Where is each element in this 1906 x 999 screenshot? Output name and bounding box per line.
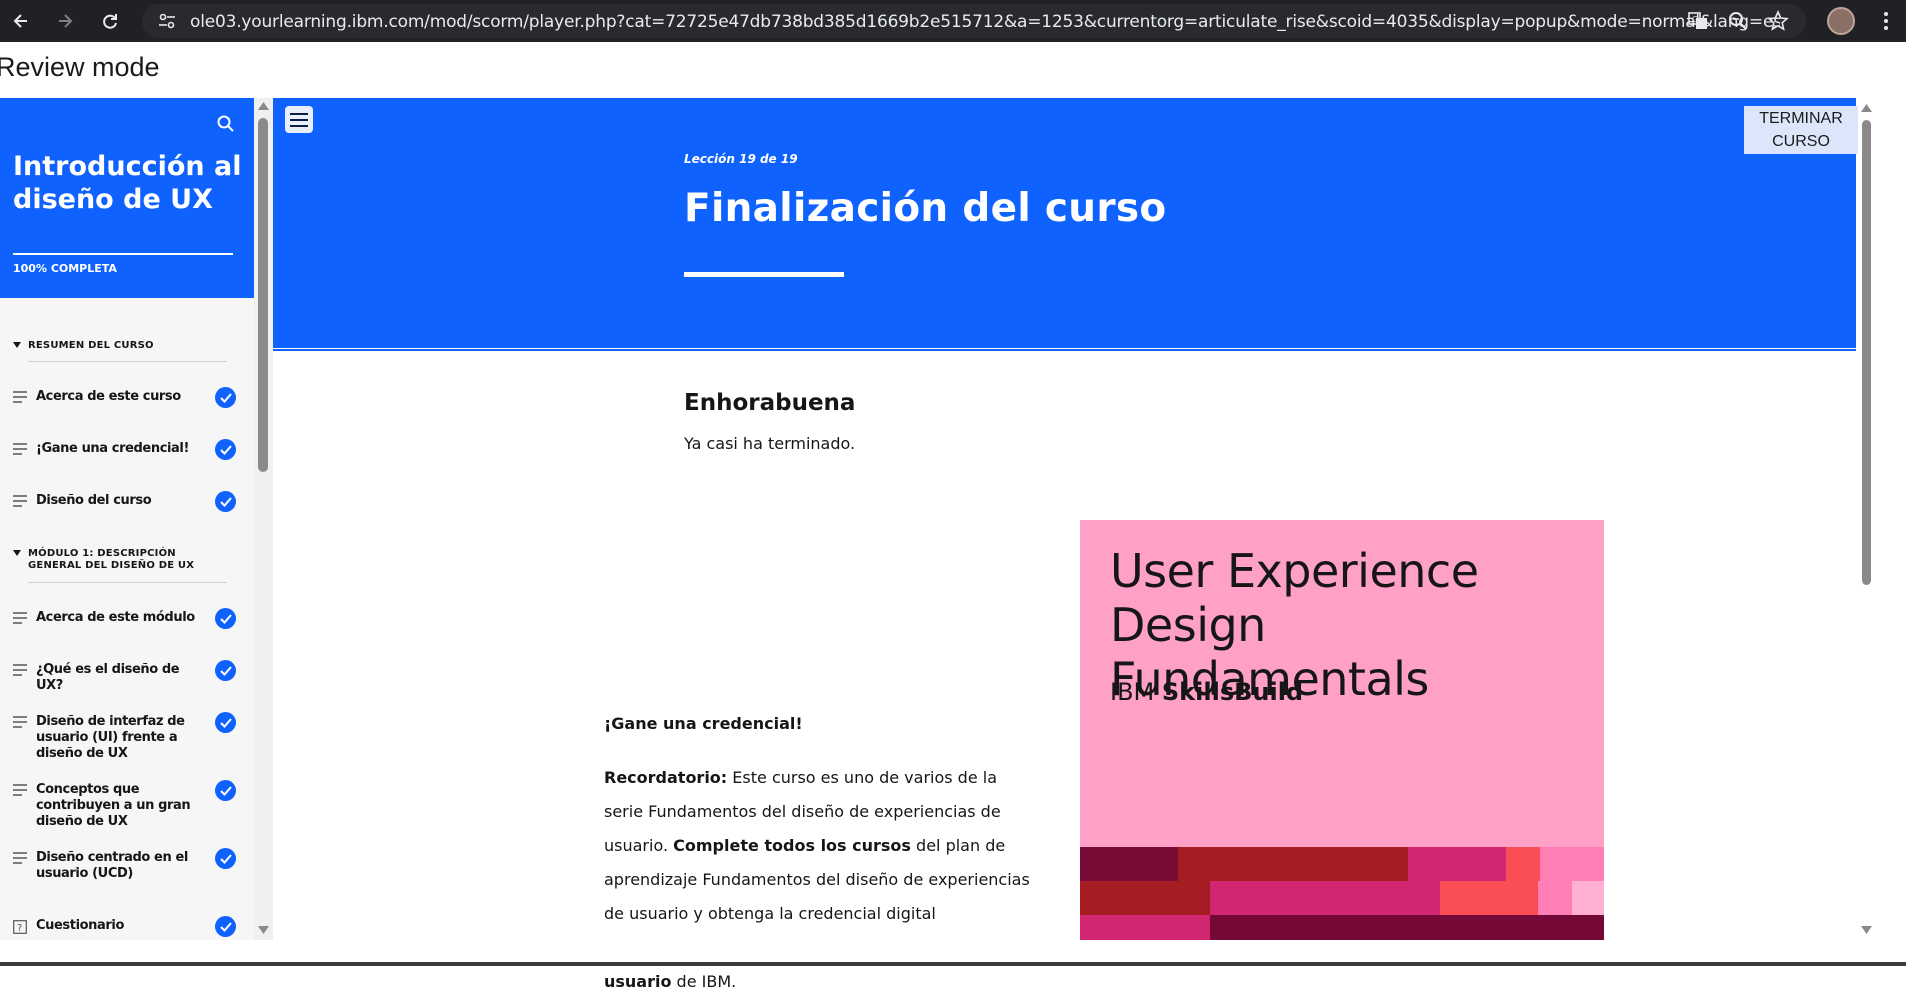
text-lines-icon xyxy=(13,784,27,796)
lesson-label: Diseño centrado en el usuario (UCD) xyxy=(36,850,188,881)
credential-badge-image: User Experience Design Fundamentals IBM … xyxy=(1080,520,1604,940)
address-bar[interactable]: ole03.yourlearning.ibm.com/mod/scorm/pla… xyxy=(142,4,1806,38)
quiz-icon: ? xyxy=(13,920,27,934)
course-title: Introducción al diseño de UX xyxy=(13,151,242,215)
lesson-header: Lección 19 de 19 Finalización del curso xyxy=(273,98,1856,351)
profile-avatar-icon[interactable] xyxy=(1827,7,1855,35)
scroll-down-icon[interactable] xyxy=(258,926,269,934)
main-scrollbar[interactable] xyxy=(1858,98,1874,940)
sidebar-lesson[interactable]: ? Cuestionario xyxy=(13,916,238,940)
finish-course-button[interactable]: TERMINAR CURSO xyxy=(1744,106,1858,154)
sidebar-scrollbar[interactable] xyxy=(254,98,273,940)
url-text[interactable]: ole03.yourlearning.ibm.com/mod/scorm/pla… xyxy=(190,12,1780,32)
sidebar-lesson[interactable]: Diseño de interfaz de usuario (UI) frent… xyxy=(13,712,238,761)
sidebar-scroll-thumb[interactable] xyxy=(258,118,268,472)
finish-course-label: TERMINAR CURSO xyxy=(1759,110,1843,150)
checkmark-icon xyxy=(215,660,236,681)
badge-pattern-block xyxy=(1572,881,1604,915)
lesson-label: Acerca de este curso xyxy=(36,389,181,404)
badge-pattern-block xyxy=(1080,881,1210,915)
more-menu-icon[interactable] xyxy=(1874,9,1898,33)
sidebar-lesson[interactable]: Diseño del curso xyxy=(13,491,238,535)
checkmark-icon xyxy=(215,491,236,512)
translate-icon[interactable]: G xyxy=(1686,9,1710,33)
badge-pattern-block xyxy=(1538,881,1572,915)
congrats-text: Ya casi ha terminado. xyxy=(684,434,856,453)
text-lines-icon xyxy=(13,391,27,403)
text-lines-icon xyxy=(13,852,27,864)
badge-pattern-block xyxy=(1408,847,1506,881)
reminder-label: Recordatorio: xyxy=(604,768,728,787)
badge-pattern-block xyxy=(1210,915,1604,940)
bookmark-star-icon[interactable] xyxy=(1766,9,1790,33)
complete-all-text: Complete todos los cursos xyxy=(673,836,911,855)
browser-toolbar: ole03.yourlearning.ibm.com/mod/scorm/pla… xyxy=(0,0,1906,42)
scroll-down-icon[interactable] xyxy=(1861,926,1872,934)
sidebar-header: Introducción al diseño de UX 100% COMPLE… xyxy=(0,98,254,298)
caret-down-icon xyxy=(13,342,21,348)
lesson-count: Lección 19 de 19 xyxy=(684,152,798,166)
checkmark-icon xyxy=(215,916,236,937)
sidebar-lesson[interactable]: Acerca de este módulo xyxy=(13,608,238,652)
congrats-heading: Enhorabuena xyxy=(684,390,856,416)
checkmark-icon xyxy=(215,608,236,629)
divider xyxy=(28,582,227,583)
text-lines-icon xyxy=(13,664,27,676)
badge-pattern-block xyxy=(1080,847,1178,881)
text-lines-icon xyxy=(13,443,27,455)
badge-pattern-block xyxy=(1540,847,1604,881)
lesson-label: Diseño de interfaz de usuario (UI) frent… xyxy=(36,714,185,761)
badge-pattern-block xyxy=(1178,847,1408,881)
svg-text:G: G xyxy=(1692,15,1698,24)
divider xyxy=(28,361,227,362)
zoom-icon[interactable] xyxy=(1726,9,1750,33)
badge-pattern-block xyxy=(1080,915,1210,940)
badge-brand: IBM SkillsBuild xyxy=(1110,678,1304,706)
site-info-icon[interactable] xyxy=(156,10,178,32)
checkmark-icon xyxy=(215,848,236,869)
sidebar-lesson[interactable]: Conceptos que contribuyen a un gran dise… xyxy=(13,780,238,829)
checkmark-icon xyxy=(215,439,236,460)
header-divider xyxy=(273,348,1856,351)
progress-bar xyxy=(13,253,233,255)
course-sidebar: Introducción al diseño de UX 100% COMPLE… xyxy=(0,98,254,940)
review-mode-label: Review mode xyxy=(0,52,160,82)
checkmark-icon xyxy=(215,387,236,408)
text-lines-icon xyxy=(13,612,27,624)
svg-text:?: ? xyxy=(17,923,22,934)
search-icon[interactable] xyxy=(216,114,236,134)
back-icon[interactable] xyxy=(8,8,34,34)
main-scroll-thumb[interactable] xyxy=(1862,120,1871,585)
sidebar-lesson[interactable]: Acerca de este curso xyxy=(13,387,238,431)
badge-pattern-block xyxy=(1506,847,1540,881)
lesson-label: Acerca de este módulo xyxy=(36,610,195,625)
lesson-label: Diseño del curso xyxy=(36,493,152,508)
forward-icon[interactable] xyxy=(52,8,78,34)
sidebar-lesson[interactable]: ¿Qué es el diseño de UX? xyxy=(13,660,238,704)
checkmark-icon xyxy=(215,712,236,733)
credential-heading: ¡Gane una credencial! xyxy=(604,714,803,733)
scroll-up-icon[interactable] xyxy=(1861,104,1872,112)
badge-pattern-block xyxy=(1210,881,1440,915)
lesson-label: ¿Qué es el diseño de UX? xyxy=(36,662,180,693)
sidebar-lesson[interactable]: Diseño centrado en el usuario (UCD) xyxy=(13,848,238,892)
lesson-title: Finalización del curso xyxy=(684,186,1167,231)
caret-down-icon xyxy=(13,550,21,556)
text-lines-icon xyxy=(13,495,27,507)
sidebar-lesson[interactable]: ¡Gane una credencial! xyxy=(13,439,238,483)
lesson-label: ¡Gane una credencial! xyxy=(36,441,190,456)
lesson-label: Cuestionario xyxy=(36,918,124,933)
reminder-text: de IBM. xyxy=(671,972,737,991)
scroll-up-icon[interactable] xyxy=(258,102,269,110)
text-lines-icon xyxy=(13,716,27,728)
badge-pattern-block xyxy=(1440,881,1538,915)
title-underline xyxy=(684,272,844,277)
checkmark-icon xyxy=(215,780,236,801)
progress-label: 100% COMPLETA xyxy=(13,262,117,275)
lesson-label: Conceptos que contribuyen a un gran dise… xyxy=(36,782,191,829)
hamburger-menu-icon[interactable] xyxy=(285,106,313,133)
reload-icon[interactable] xyxy=(97,8,123,34)
window-bottom-edge xyxy=(0,962,1906,966)
